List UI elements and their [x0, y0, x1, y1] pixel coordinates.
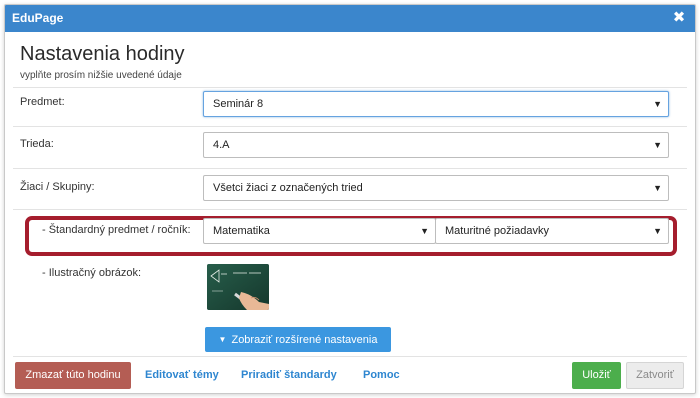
chevron-down-icon: ▼	[653, 226, 662, 236]
class-select[interactable]: 4.A ▼	[203, 132, 669, 158]
page-subtitle: vyplňte prosím nižšie uvedené údaje	[20, 70, 182, 81]
standard-level-value: Maturitné požiadavky	[445, 225, 549, 237]
edit-topics-link[interactable]: Editovať témy	[145, 369, 219, 381]
titlebar: EduPage ✖	[5, 5, 695, 32]
divider	[13, 126, 687, 127]
class-select-value: 4.A	[213, 139, 230, 151]
page-title: Nastavenia hodiny	[20, 43, 185, 65]
students-select-value: Všetci žiaci z označených tried	[213, 182, 363, 194]
standard-label: - Štandardný predmet / ročník:	[42, 224, 191, 236]
illustration-thumbnail[interactable]	[207, 264, 269, 310]
close-icon[interactable]: ✖	[670, 9, 688, 27]
help-link[interactable]: Pomoc	[363, 369, 400, 381]
chalkboard-image	[207, 264, 269, 310]
chevron-down-icon: ▼	[420, 226, 429, 236]
assign-standards-link[interactable]: Priradiť štandardy	[241, 369, 337, 381]
students-label: Žiaci / Skupiny:	[20, 181, 95, 193]
divider	[13, 168, 687, 169]
lesson-settings-dialog: EduPage ✖ Nastavenia hodiny vyplňte pros…	[4, 4, 696, 394]
chevron-down-icon: ▼	[653, 99, 662, 109]
show-advanced-label: Zobraziť rozšírené nastavenia	[231, 334, 378, 346]
subject-select-value: Seminár 8	[213, 98, 264, 110]
divider	[13, 356, 687, 357]
students-select[interactable]: Všetci žiaci z označených tried ▼	[203, 175, 669, 201]
chevron-down-icon: ▼	[653, 140, 662, 150]
show-advanced-button[interactable]: ▼ Zobraziť rozšírené nastavenia	[205, 327, 391, 352]
save-button[interactable]: Uložiť	[572, 362, 621, 389]
standard-level-select[interactable]: Maturitné požiadavky ▼	[435, 218, 669, 244]
subject-label: Predmet:	[20, 96, 65, 108]
close-button[interactable]: Zatvoriť	[626, 362, 684, 389]
app-name: EduPage	[12, 11, 64, 25]
standard-subject-value: Matematika	[213, 225, 270, 237]
class-label: Trieda:	[20, 138, 54, 150]
delete-lesson-button[interactable]: Zmazať túto hodinu	[15, 362, 131, 389]
divider	[13, 87, 687, 88]
divider	[13, 209, 687, 210]
chevron-down-icon: ▼	[653, 183, 662, 193]
standard-subject-select[interactable]: Matematika ▼	[203, 218, 436, 244]
subject-select[interactable]: Seminár 8 ▼	[203, 91, 669, 117]
chevron-down-icon: ▼	[218, 335, 227, 344]
illustration-label: - Ilustračný obrázok:	[42, 267, 142, 279]
